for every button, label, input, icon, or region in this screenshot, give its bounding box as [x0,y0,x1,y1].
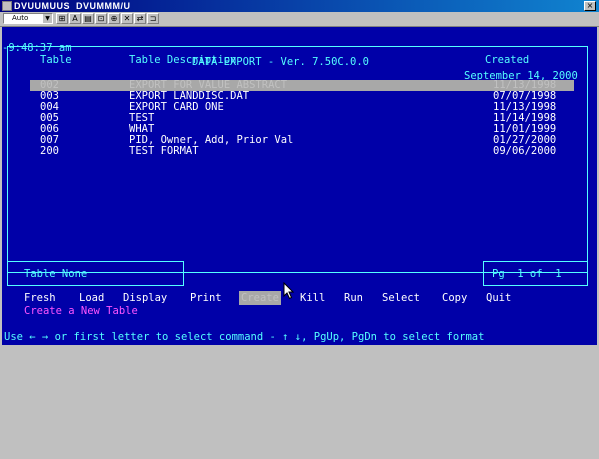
font-size-select[interactable]: Auto ▼ [3,13,53,24]
menu-item-fresh[interactable]: Fresh [24,291,56,305]
column-header-created: Created [485,54,530,66]
close-button[interactable]: × [584,1,596,11]
paste-icon[interactable]: ⊡ [95,13,107,24]
current-table-status: Table None [24,268,88,280]
screen-header: -9:48:37 am DATA EXPORT - Ver. 7.50C.0.0… [2,27,597,82]
table-row[interactable]: 200 TEST FORMAT 09/06/2000 [30,146,574,157]
menu-item-kill[interactable]: Kill [300,291,325,305]
window-title: DVUUMUUS DVUMMM/U [14,1,131,11]
toolbar: Auto ▼ ⊞ A ▤ ⊡ ⊕ ✕ ⇄ ⊐ [0,12,599,27]
menu-item-select[interactable]: Select [382,291,420,305]
chevron-down-icon[interactable]: ▼ [43,14,52,23]
table-created-cell: 09/06/2000 [493,145,557,157]
properties-icon[interactable]: ✕ [121,13,133,24]
menu-item-load[interactable]: Load [79,291,104,305]
copy-icon[interactable]: ▤ [82,13,94,24]
title-bar[interactable]: DVUUMUUS DVUMMM/U × [0,0,599,12]
menu-item-display[interactable]: Display [123,291,167,305]
app-icon[interactable] [2,1,12,11]
column-header-description: Table Description [129,54,237,66]
fullscreen-icon[interactable]: ⊕ [108,13,120,24]
font-toggle-icon[interactable]: ⊐ [147,13,159,24]
menu-item-create[interactable]: Create [239,291,281,305]
background-icon[interactable]: ⇄ [134,13,146,24]
command-menu: Fresh Load Display Print Create Kill Run… [24,291,511,305]
font-size-value: Auto [12,14,29,22]
app-window: DVUUMUUS DVUMMM/U × Auto ▼ ⊞ A ▤ ⊡ ⊕ ✕ ⇄… [0,0,599,347]
mouse-cursor-icon [283,282,295,300]
command-hint: Create a New Table [24,305,138,317]
menu-item-print[interactable]: Print [190,291,222,305]
console-screen: -9:48:37 am DATA EXPORT - Ver. 7.50C.0.0… [2,27,597,345]
menu-item-run[interactable]: Run [344,291,363,305]
mark-icon[interactable]: ⊞ [56,13,68,24]
page-indicator: Pg 1 of 1 [492,268,562,280]
table-description-cell: TEST FORMAT [129,145,199,157]
table-id-cell: 200 [40,145,59,157]
column-header-table: Table [40,54,72,66]
menu-item-quit[interactable]: Quit [486,291,511,305]
menu-item-copy[interactable]: Copy [442,291,467,305]
font-icon[interactable]: A [69,13,81,24]
help-footer: Use ← → or first letter to select comman… [4,331,485,343]
